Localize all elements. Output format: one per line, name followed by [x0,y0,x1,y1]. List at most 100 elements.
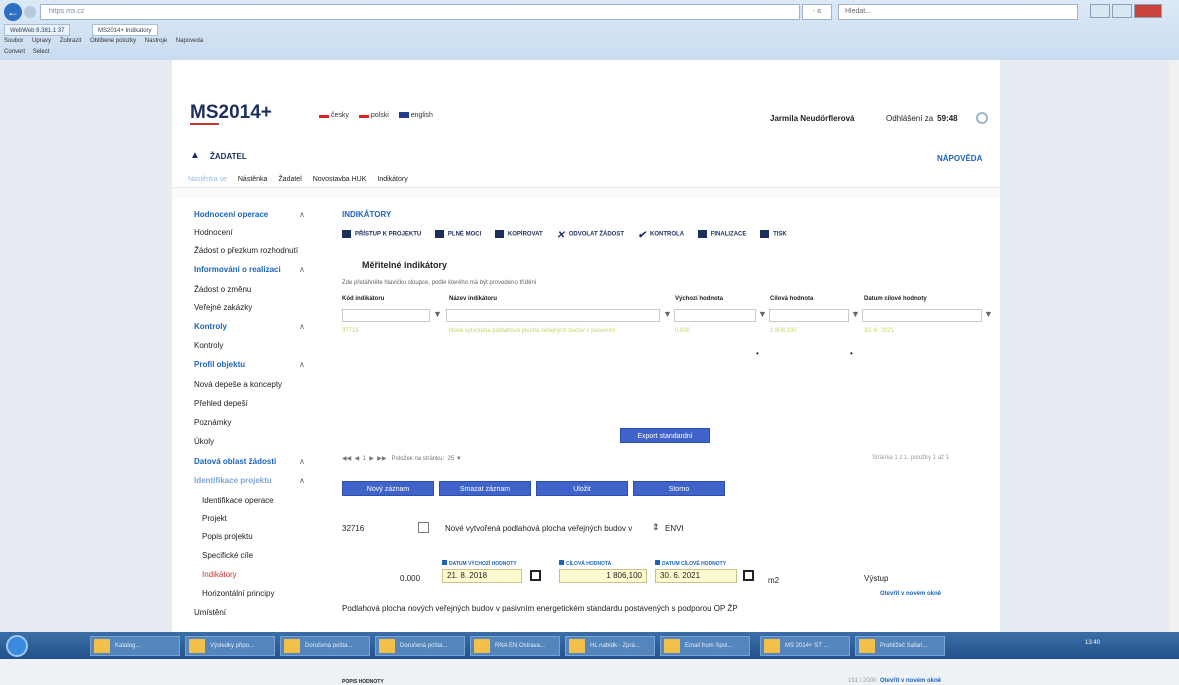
clock[interactable]: 13:40 [1085,640,1100,646]
chevron-up-icon[interactable]: ∧ [299,476,305,485]
row-date[interactable]: 30. 6. 2021 [864,328,894,334]
filter-name[interactable] [446,309,660,322]
sidebar-item[interactable]: Hodnocení [194,228,233,237]
taskbar-item[interactable]: RNA EN Ostrava... [470,636,560,656]
save-button[interactable]: Uložit [536,481,628,496]
taskbar-item[interactable]: HL nabídk - Zprá... [565,636,655,656]
finalize-button[interactable]: FINALIZACE [697,230,746,238]
sidebar-item[interactable]: Identifikace operace [202,496,274,505]
sidebar-item[interactable]: Úkoly [194,437,214,446]
access-button[interactable]: PŘÍSTUP K PROJEKTU [342,230,421,238]
taskbar-item[interactable]: Katalog... [90,636,180,656]
logout-timer[interactable]: Odhlášení za 59:48 [886,114,958,123]
taskbar-item[interactable]: Email from Spol... [660,636,750,656]
filter-code[interactable] [342,309,430,322]
pager-next-icon[interactable]: ▶ [369,456,374,462]
filter-icon[interactable]: ▼ [758,309,767,319]
taskbar-item[interactable]: Výsledky připo... [185,636,275,656]
filter-icon[interactable]: ▼ [663,309,672,319]
check-button[interactable]: ✔ KONTROLA [638,230,684,241]
sidebar-item[interactable]: Profil objektu [194,360,245,369]
withdraw-button[interactable]: ✕ ODVOLAT ŽÁDOST [556,230,624,241]
column-header-target[interactable]: Cílová hodnota [770,296,813,302]
row-code[interactable]: 37716 [342,328,359,334]
forward-icon[interactable] [24,6,36,18]
sidebar-item[interactable]: Indikátory [202,570,237,579]
delete-record-button[interactable]: Smazat záznam [439,481,531,496]
sidebar-item[interactable]: Hodnocení operace [194,210,268,219]
taskbar-item[interactable]: Doručená pošta... [375,636,465,656]
menu-zobrazit[interactable]: Zobrazit [60,38,82,44]
row-start[interactable]: 0,000 [675,328,690,334]
chevron-up-icon[interactable]: ∧ [299,210,305,219]
breadcrumb-item[interactable]: Nástěnka se [188,176,227,183]
sidebar-item[interactable]: Umístění [194,608,226,617]
filter-icon[interactable]: ▼ [433,309,442,319]
sidebar-item[interactable]: Horizontální principy [202,589,274,598]
start-date-input[interactable]: 21. 8. 2018 [442,569,522,583]
print-button[interactable]: TISK [760,230,787,238]
address-bar[interactable]: https ms.cz [40,4,800,20]
column-header-code[interactable]: Kód indikátoru [342,296,384,302]
detail-checkbox[interactable] [418,522,429,533]
sidebar-item[interactable]: Žádost o přezkum rozhodnutí [194,246,298,255]
sidebar-item[interactable]: Popis projektu [202,532,253,541]
sidebar-item[interactable]: Kontroly [194,322,227,331]
scrollbar[interactable] [1169,60,1179,632]
chevron-up-icon[interactable]: ∧ [299,457,305,466]
lang-en[interactable]: english [398,112,433,119]
logo[interactable]: MS2014+ [190,102,272,125]
calendar-icon[interactable] [530,570,541,581]
column-header-date[interactable]: Datum cílové hodnoty [864,296,927,302]
lang-pl[interactable]: polski [358,112,389,119]
filter-icon[interactable]: ▼ [851,309,860,319]
fav-select[interactable]: Select [33,49,50,55]
search-input[interactable]: Hledat... [838,4,1078,20]
cancel-button[interactable]: Storno [633,481,725,496]
breadcrumb-item[interactable]: Indikátory [377,176,407,183]
maximize-icon[interactable] [1112,4,1132,18]
close-icon[interactable] [1134,4,1162,18]
taskbar-item[interactable]: Prohlížeč Safari... [855,636,945,656]
column-header-start[interactable]: Výchozí hodnota [675,296,723,302]
power-of-attorney-button[interactable]: PLNÉ MOCI [434,230,481,238]
taskbar-item[interactable]: Doručená pošta... [280,636,370,656]
column-header-name[interactable]: Název indikátoru [449,296,497,302]
pager-first-icon[interactable]: ◀◀ [342,456,351,462]
sidebar-item[interactable]: Poznámky [194,418,231,427]
breadcrumb-item[interactable]: Žadatel [278,176,301,183]
sidebar-item[interactable]: Veřejné zakázky [194,303,252,312]
sidebar-item[interactable]: Přehled depeší [194,399,248,408]
browser-tab-active[interactable]: MS2014+ Indikatory [92,24,158,36]
home-icon[interactable]: ▲ [190,150,200,161]
new-record-button[interactable]: Nový záznam [342,481,434,496]
menu-upravy[interactable]: Upravy [32,38,51,44]
sidebar-item[interactable]: Kontroly [194,341,223,350]
browser-tab[interactable]: WebWeb 8.381.1 37 [4,24,71,36]
menu-oblibene[interactable]: Oblibene polozky [90,38,136,44]
address-go[interactable]: - a [802,4,832,20]
target-input[interactable]: 1 806,100 [559,569,647,583]
filter-date[interactable] [862,309,982,322]
menu-nastroje[interactable]: Nastroje [145,38,167,44]
start-icon[interactable] [6,635,28,657]
filter-start[interactable] [674,309,756,322]
export-button[interactable]: Export standardní [620,428,710,443]
sidebar-item[interactable]: Projekt [202,514,227,523]
open-new-window-link[interactable]: Otevřít v novém okně [880,591,941,597]
pager-page[interactable]: 1 [363,456,366,462]
breadcrumb-item[interactable]: Nástěnka [238,176,268,183]
fav-convert[interactable]: Convert [4,49,25,55]
sidebar-item[interactable]: Nová depeše a koncepty [194,380,282,389]
pager-prev-icon[interactable]: ◀ [355,456,360,462]
row-target[interactable]: 1 806,100 [770,328,797,334]
filter-icon[interactable]: ▼ [984,309,993,319]
back-icon[interactable]: ← [4,3,22,21]
chevron-up-icon[interactable]: ∧ [299,265,305,274]
filter-target[interactable] [769,309,849,322]
minimize-icon[interactable] [1090,4,1110,18]
pager-last-icon[interactable]: ▶▶ [377,456,386,462]
sidebar-item[interactable]: Žádost o změnu [194,285,251,294]
calendar-icon[interactable] [743,570,754,581]
target-date-input[interactable]: 30. 6. 2021 [655,569,737,583]
